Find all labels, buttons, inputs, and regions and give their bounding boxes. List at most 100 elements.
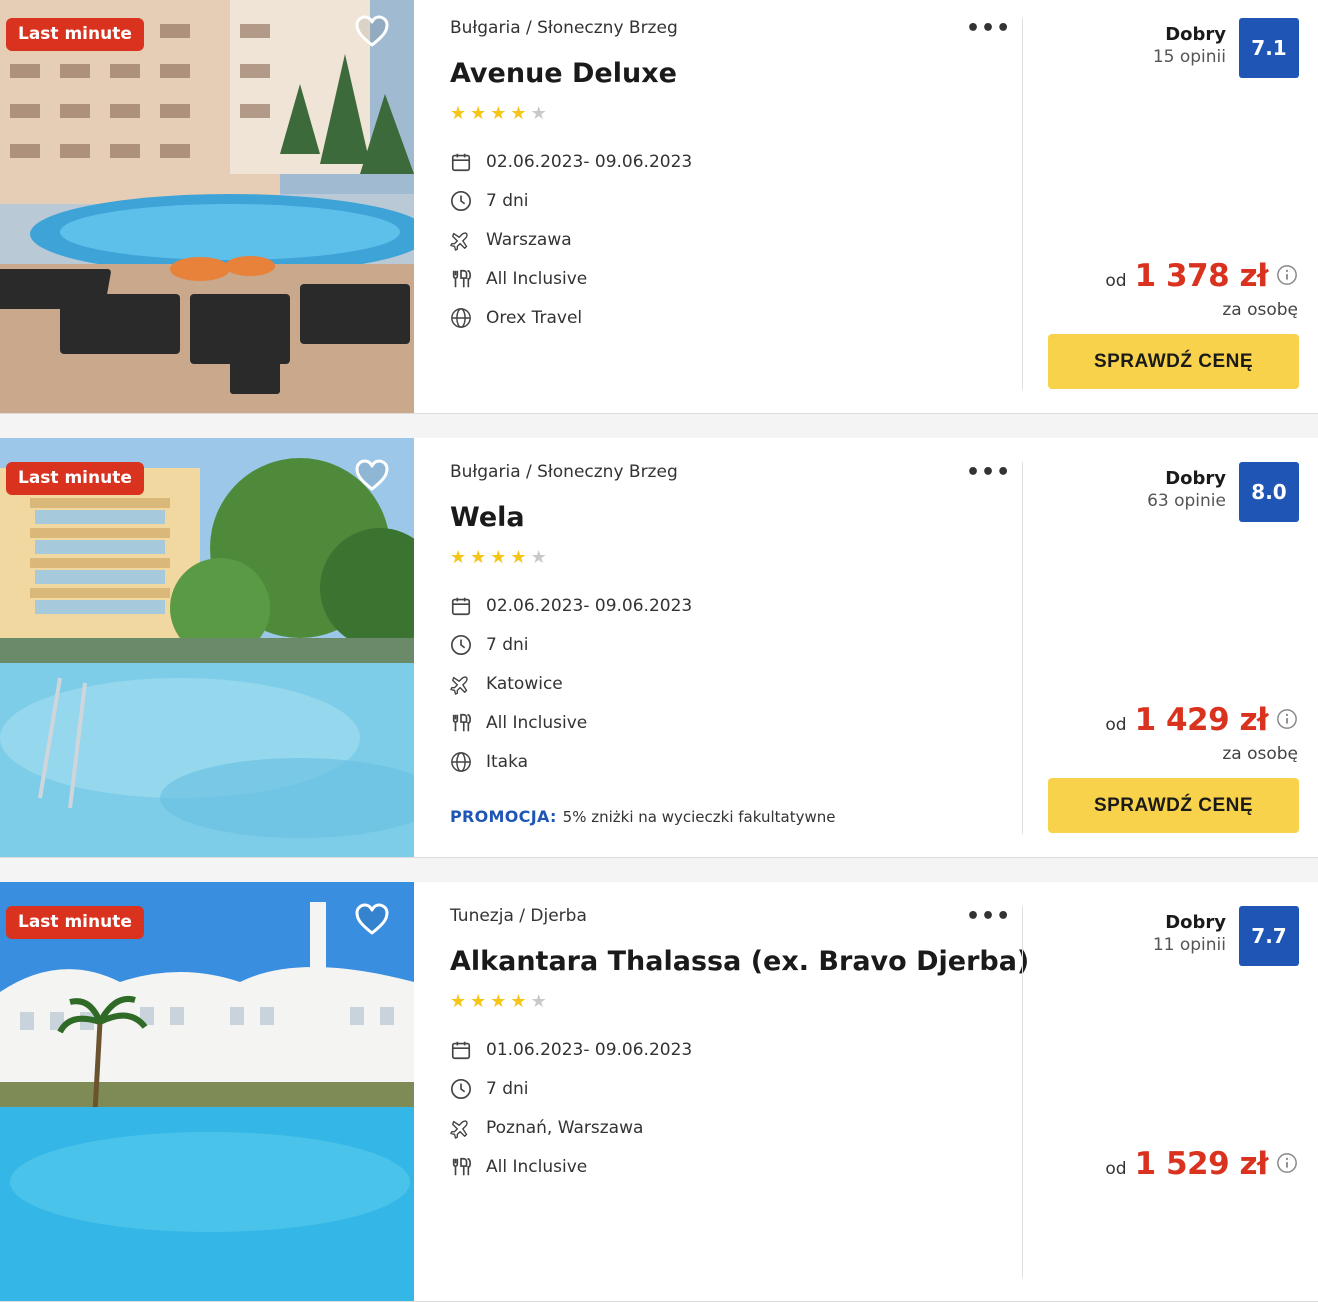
board-text: All Inclusive (486, 268, 588, 289)
hotel-stars: ★ ★ ★ ★ ★ (450, 992, 1010, 1012)
info-icon[interactable] (1276, 708, 1298, 730)
hotel-photo[interactable]: Last minute (0, 882, 414, 1301)
offer-card[interactable]: Last minute Bułgaria / Słoneczny Brzeg A… (0, 0, 1318, 414)
check-price-button[interactable]: SPRAWDŹ CENĘ (1048, 778, 1299, 833)
price-value: 1 429 zł (1134, 702, 1269, 738)
price-prefix: od (1105, 715, 1127, 735)
globe-icon (450, 307, 472, 329)
dates-text: 02.06.2023- 09.06.2023 (486, 595, 693, 616)
operator-text: Orex Travel (486, 307, 583, 328)
star-empty-icon: ★ (530, 991, 547, 1012)
star-filled-icon: ★ (510, 991, 527, 1012)
board-row: All Inclusive (450, 703, 1010, 742)
duration-row: 7 dni (450, 625, 1010, 664)
hotel-name[interactable]: Avenue Deluxe (450, 58, 1010, 94)
board-text: All Inclusive (486, 712, 588, 733)
departure-row: Poznań, Warszawa (450, 1108, 1010, 1147)
price-value: 1 529 zł (1134, 1146, 1269, 1182)
price-note: za osobę (1222, 744, 1298, 764)
star-filled-icon: ★ (450, 991, 467, 1012)
hotel-stars: ★ ★ ★ ★ ★ (450, 104, 1010, 124)
plane-icon (450, 229, 472, 251)
departure-text: Warszawa (486, 229, 572, 250)
star-filled-icon: ★ (450, 103, 467, 124)
operator-text: Itaka (486, 751, 529, 772)
star-filled-icon: ★ (490, 991, 507, 1012)
calendar-icon (450, 1039, 472, 1061)
dates-text: 01.06.2023- 09.06.2023 (486, 1039, 693, 1060)
reviews-count[interactable]: 11 opinii (1153, 935, 1226, 955)
rating-score: 8.0 (1239, 462, 1299, 522)
star-empty-icon: ★ (530, 547, 547, 568)
star-filled-icon: ★ (470, 991, 487, 1012)
duration-row: 7 dni (450, 1069, 1010, 1108)
destination-location[interactable]: Bułgaria / Słoneczny Brzeg (450, 462, 1010, 488)
rating-score: 7.1 (1239, 18, 1299, 78)
hotel-photo[interactable]: Last minute (0, 0, 414, 413)
hotel-name[interactable]: Alkantara Thalassa (ex. Bravo Djerba) (450, 946, 1029, 982)
star-filled-icon: ★ (470, 547, 487, 568)
divider (1022, 906, 1023, 1278)
rating-word: Dobry (1165, 24, 1226, 45)
star-filled-icon: ★ (510, 103, 527, 124)
hotel-name[interactable]: Wela (450, 502, 1010, 538)
reviews-count[interactable]: 15 opinii (1153, 47, 1226, 67)
cutlery-icon (450, 268, 472, 290)
hotel-stars: ★ ★ ★ ★ ★ (450, 548, 1010, 568)
promo-text: 5% zniżki na wycieczki fakultatywne (562, 808, 836, 826)
departure-row: Warszawa (450, 220, 1010, 259)
star-filled-icon: ★ (490, 103, 507, 124)
hotel-photo[interactable]: Last minute (0, 438, 414, 857)
star-empty-icon: ★ (530, 103, 547, 124)
operator-row: Orex Travel (450, 298, 1010, 337)
star-filled-icon: ★ (470, 103, 487, 124)
more-dots-icon[interactable]: ••• (966, 906, 1011, 928)
duration-text: 7 dni (486, 190, 529, 211)
cutlery-icon (450, 712, 472, 734)
heart-icon[interactable] (354, 902, 390, 936)
calendar-icon (450, 595, 472, 617)
board-row: All Inclusive (450, 259, 1010, 298)
plane-icon (450, 1117, 472, 1139)
dates-row: 01.06.2023- 09.06.2023 (450, 1030, 1010, 1069)
offer-card[interactable]: Last minute Tunezja / Djerba Alkantara T… (0, 882, 1318, 1302)
duration-text: 7 dni (486, 1078, 529, 1099)
clock-icon (450, 1078, 472, 1100)
reviews-count[interactable]: 63 opinie (1147, 491, 1226, 511)
departure-text: Poznań, Warszawa (486, 1117, 644, 1138)
duration-row: 7 dni (450, 181, 1010, 220)
rating-score: 7.7 (1239, 906, 1299, 966)
last-minute-badge: Last minute (6, 462, 144, 495)
price-note: za osobę (1222, 300, 1298, 320)
destination-location[interactable]: Bułgaria / Słoneczny Brzeg (450, 18, 1010, 44)
star-filled-icon: ★ (490, 547, 507, 568)
more-dots-icon[interactable]: ••• (966, 462, 1011, 484)
dates-row: 02.06.2023- 09.06.2023 (450, 586, 1010, 625)
clock-icon (450, 190, 472, 212)
last-minute-badge: Last minute (6, 906, 144, 939)
globe-icon (450, 751, 472, 773)
price-prefix: od (1105, 1159, 1127, 1179)
board-text: All Inclusive (486, 1156, 588, 1177)
last-minute-badge: Last minute (6, 18, 144, 51)
rating-word: Dobry (1165, 468, 1226, 489)
check-price-button[interactable]: SPRAWDŹ CENĘ (1048, 334, 1299, 389)
clock-icon (450, 634, 472, 656)
promo-label: PROMOCJA: (450, 807, 557, 826)
more-dots-icon[interactable]: ••• (966, 18, 1011, 40)
rating-word: Dobry (1165, 912, 1226, 933)
destination-location[interactable]: Tunezja / Djerba (450, 906, 1010, 932)
heart-icon[interactable] (354, 458, 390, 492)
star-filled-icon: ★ (450, 547, 467, 568)
operator-row: Itaka (450, 742, 1010, 781)
dates-text: 02.06.2023- 09.06.2023 (486, 151, 693, 172)
calendar-icon (450, 151, 472, 173)
info-icon[interactable] (1276, 1152, 1298, 1174)
heart-icon[interactable] (354, 14, 390, 48)
promo-line: PROMOCJA: 5% zniżki na wycieczki fakultat… (450, 807, 1010, 826)
duration-text: 7 dni (486, 634, 529, 655)
info-icon[interactable] (1276, 264, 1298, 286)
departure-text: Katowice (486, 673, 563, 694)
offer-card[interactable]: Last minute Bułgaria / Słoneczny Brzeg W… (0, 438, 1318, 858)
divider (1022, 462, 1023, 834)
